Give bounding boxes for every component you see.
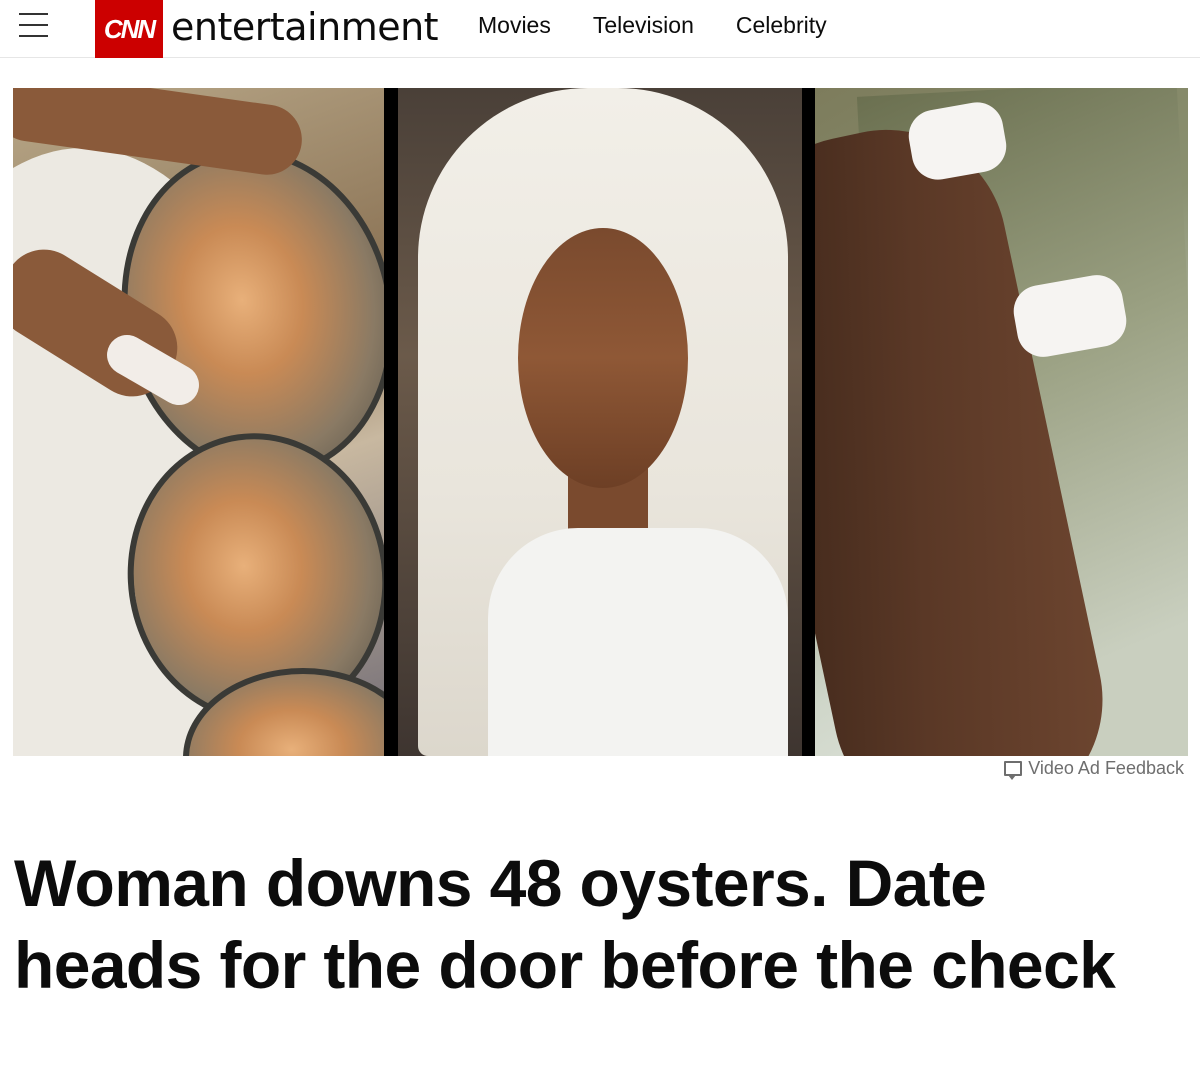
section-title[interactable]: entertainment xyxy=(171,2,439,52)
site-header: CNN entertainment Movies Television Cele… xyxy=(0,0,1200,58)
top-nav: Movies Television Celebrity xyxy=(478,8,827,42)
woman-portrait-image xyxy=(398,88,802,756)
oysters-image xyxy=(13,88,384,756)
cnn-logo[interactable]: CNN xyxy=(95,0,163,58)
nav-item-celebrity[interactable]: Celebrity xyxy=(736,8,827,42)
video-ad-feedback-link[interactable]: Video Ad Feedback xyxy=(1004,757,1184,780)
menu-icon[interactable] xyxy=(19,10,49,40)
article-headline: Woman downs 48 oysters. Date heads for t… xyxy=(14,846,1116,1002)
feedback-icon xyxy=(1004,760,1023,780)
feedback-label: Video Ad Feedback xyxy=(1028,757,1184,778)
nav-item-movies[interactable]: Movies xyxy=(478,8,551,42)
nav-item-television[interactable]: Television xyxy=(593,8,694,42)
video-player[interactable] xyxy=(13,88,1188,756)
money-tip-image xyxy=(815,88,1188,756)
